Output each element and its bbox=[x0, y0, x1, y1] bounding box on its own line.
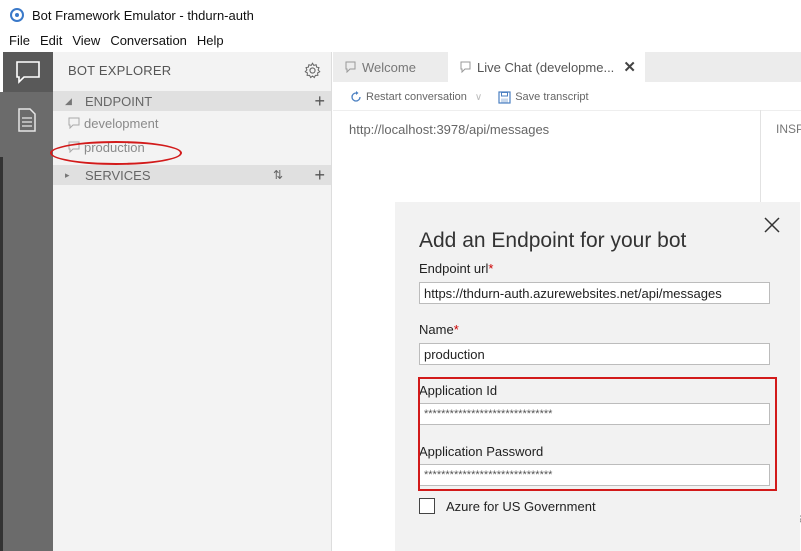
endpoint-url-label-text: Endpoint url bbox=[419, 261, 489, 276]
endpoint-label: development bbox=[84, 115, 159, 131]
close-icon[interactable] bbox=[762, 215, 782, 235]
chat-bubble-icon bbox=[68, 117, 80, 129]
inspector-label: INSP bbox=[776, 122, 801, 136]
save-icon bbox=[498, 90, 511, 104]
transcript-activity-button[interactable] bbox=[0, 100, 53, 140]
azure-gov-checkbox-row[interactable]: Azure for US Government bbox=[419, 498, 596, 514]
menu-file[interactable]: File bbox=[9, 33, 30, 48]
endpoint-url-label: Endpoint url* bbox=[419, 261, 493, 276]
title-bar: Bot Framework Emulator - thdurn-auth bbox=[0, 0, 801, 30]
chat-activity-button[interactable] bbox=[0, 52, 53, 92]
chat-toolbar: Restart conversation ∨ Save transcript bbox=[333, 84, 801, 111]
window-title: Bot Framework Emulator - thdurn-auth bbox=[32, 7, 254, 23]
endpoint-url-text: http://localhost:3978/api/messages bbox=[349, 122, 550, 137]
app-logo-icon bbox=[10, 8, 24, 22]
restart-dropdown-icon[interactable]: ∨ bbox=[475, 92, 482, 103]
restart-label: Restart conversation bbox=[366, 91, 467, 103]
activity-bar-edge bbox=[0, 157, 3, 551]
menu-help[interactable]: Help bbox=[197, 33, 224, 48]
endpoint-section-header[interactable]: ◢ ENDPOINT + bbox=[53, 91, 331, 111]
menu-edit[interactable]: Edit bbox=[40, 33, 62, 48]
menu-view[interactable]: View bbox=[72, 33, 100, 48]
save-transcript-button[interactable]: Save transcript bbox=[498, 90, 589, 104]
add-service-icon[interactable]: + bbox=[314, 165, 325, 185]
refresh-icon bbox=[351, 91, 361, 102]
tab-label: Welcome bbox=[362, 59, 416, 75]
document-tab-icon bbox=[345, 61, 356, 73]
menu-conversation[interactable]: Conversation bbox=[110, 33, 187, 48]
endpoint-section-title: ENDPOINT bbox=[85, 93, 153, 109]
azure-gov-label: Azure for US Government bbox=[446, 498, 596, 514]
name-input[interactable] bbox=[419, 343, 770, 365]
caret-down-icon: ◢ bbox=[65, 95, 72, 106]
annotation-oval bbox=[50, 141, 182, 165]
sort-icon[interactable]: ⇅ bbox=[273, 165, 283, 185]
chat-icon bbox=[16, 61, 40, 84]
azure-gov-checkbox[interactable] bbox=[419, 498, 435, 514]
services-section-header[interactable]: ▸ SERVICES ⇅ + bbox=[53, 165, 331, 185]
menu-bar: File Edit View Conversation Help bbox=[0, 30, 801, 50]
add-endpoint-icon[interactable]: + bbox=[314, 91, 325, 111]
tab-welcome[interactable]: Welcome bbox=[333, 52, 448, 82]
chat-tab-icon bbox=[460, 61, 471, 73]
caret-right-icon: ▸ bbox=[65, 169, 70, 180]
required-marker: * bbox=[453, 322, 459, 337]
endpoint-item-development[interactable]: development bbox=[53, 111, 331, 135]
bot-explorer-panel: BOT EXPLORER ◢ ENDPOINT + development pr… bbox=[53, 52, 332, 551]
services-section-title: SERVICES bbox=[85, 167, 151, 183]
activity-bar bbox=[0, 52, 53, 551]
tab-bar: Welcome Live Chat (developme... ✕ bbox=[333, 52, 801, 82]
document-icon bbox=[17, 108, 36, 132]
tab-live-chat[interactable]: Live Chat (developme... ✕ bbox=[448, 52, 645, 82]
gear-icon[interactable] bbox=[304, 62, 321, 79]
close-tab-icon[interactable]: ✕ bbox=[623, 58, 636, 76]
bot-explorer-header: BOT EXPLORER bbox=[53, 52, 331, 89]
required-marker: * bbox=[488, 261, 494, 276]
annotation-rectangle bbox=[418, 377, 777, 491]
restart-conversation-button[interactable]: Restart conversation bbox=[350, 91, 467, 103]
bot-explorer-title: BOT EXPLORER bbox=[68, 63, 172, 78]
save-label: Save transcript bbox=[515, 91, 589, 103]
name-label: Name* bbox=[419, 322, 459, 337]
dialog-title: Add an Endpoint for your bot bbox=[419, 229, 687, 252]
tab-label: Live Chat (developme... bbox=[477, 59, 615, 75]
name-label-text: Name bbox=[419, 322, 454, 337]
endpoint-url-input[interactable] bbox=[419, 282, 770, 304]
